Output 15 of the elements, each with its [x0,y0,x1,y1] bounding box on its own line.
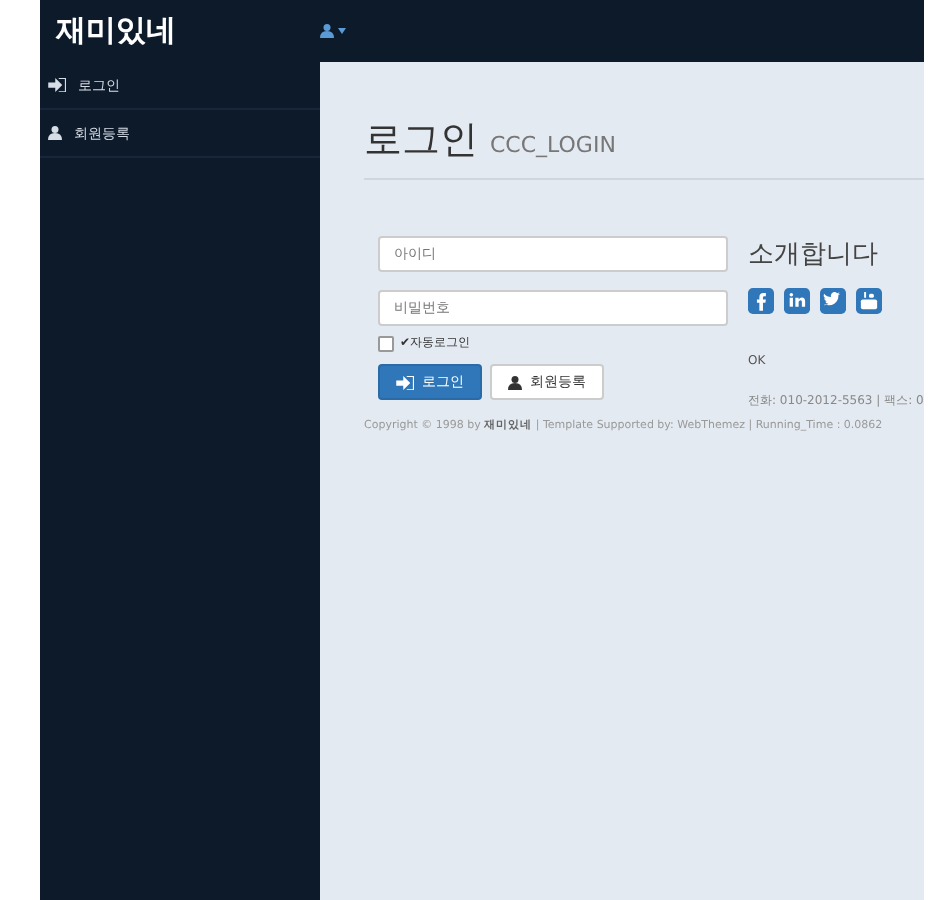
user-menu-button[interactable] [320,24,346,38]
bird-icon[interactable] [820,288,846,314]
linkedin-icon[interactable] [784,288,810,314]
caret-icon [338,28,346,34]
brand-title[interactable]: 재미있네 [40,12,320,50]
remember-checkbox[interactable] [378,335,394,351]
sign-in-icon [48,78,66,92]
page-title: 로그인 [364,116,478,166]
user-icon [48,126,62,140]
page-subtitle: CCC_LOGIN [490,132,616,158]
intro-title: 소개합니다 [748,238,880,272]
facebook-icon[interactable] [748,288,774,314]
sign-in-icon [396,375,414,389]
user-icon [320,24,334,38]
user-icon [508,375,522,389]
